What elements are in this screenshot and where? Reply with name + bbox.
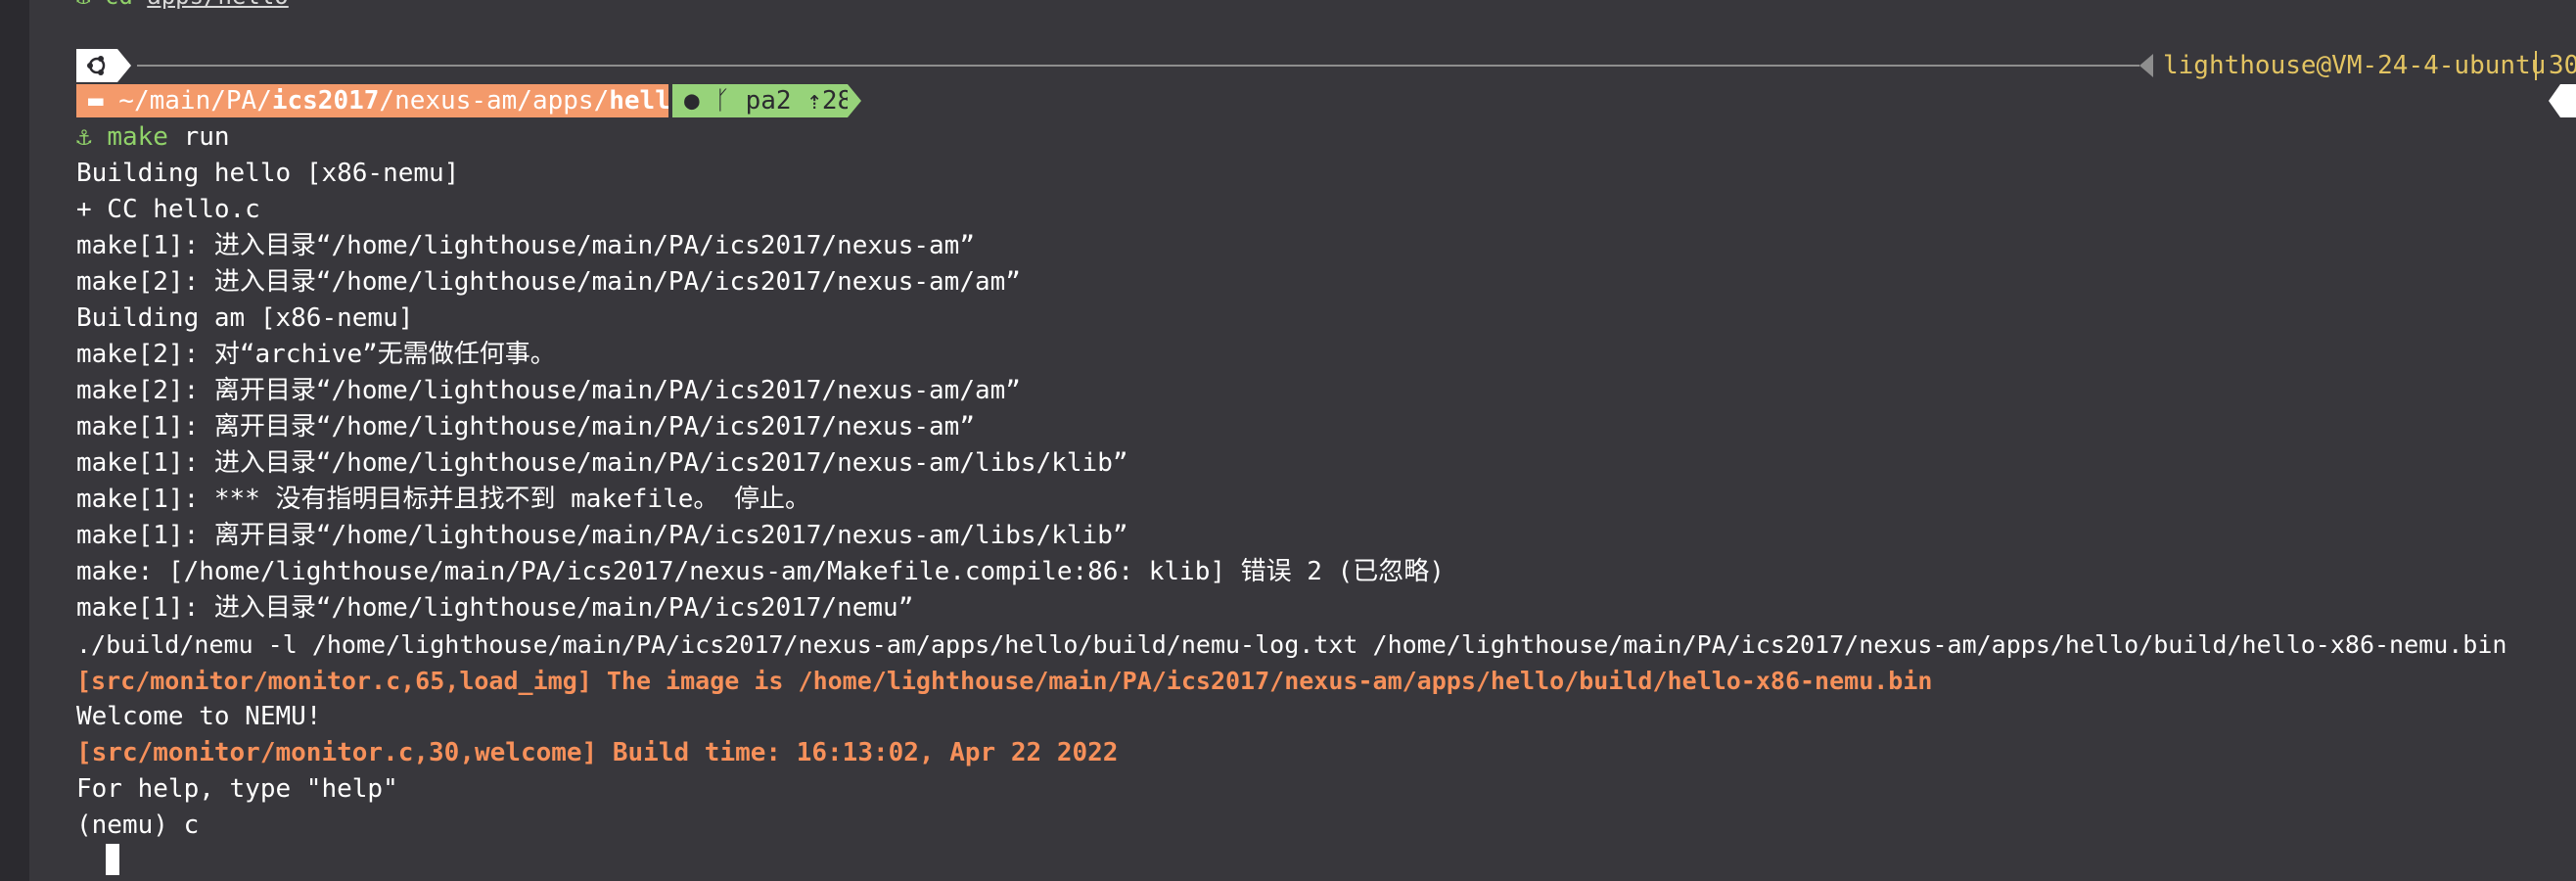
output-line: make[1]: 离开目录“/home/lighthouse/main/PA/i… <box>76 412 975 441</box>
output-line: make[1]: 离开目录“/home/lighthouse/main/PA/i… <box>76 521 1128 550</box>
output-line: + CC hello.c <box>76 195 260 224</box>
previous-command: cd <box>105 0 133 10</box>
output-line: make[1]: 进入目录“/home/lighthouse/main/PA/i… <box>76 448 1128 478</box>
previous-command-arg: apps/hello <box>147 0 289 10</box>
terminal-window[interactable]: ⚓ cd apps/hello lighthouse@VM-24-4-ubunt… <box>29 0 2576 881</box>
path-segment: ▬ ~/main/PA/ics2017/nexus-am/apps/hello <box>76 84 686 117</box>
git-segment: ● ᚴ pa2 ⇡28 <box>672 84 852 117</box>
output-line: Welcome to NEMU! <box>76 702 322 731</box>
git-ahead-count: ⇡28 <box>806 86 853 116</box>
git-branch-icon: ᚴ <box>714 86 730 116</box>
log-line-build-time: [src/monitor/monitor.c,30,welcome] Build… <box>76 738 1119 767</box>
output-line: ./build/nemu -l /home/lighthouse/main/PA… <box>76 630 2507 659</box>
output-line: make: [/home/lighthouse/main/PA/ics2017/… <box>76 557 1445 586</box>
folder-icon: ▬ <box>88 86 104 116</box>
git-branch-name: pa2 <box>745 86 792 116</box>
user-host-label: lighthouse@VM-24-4-ubuntu <box>2163 51 2547 80</box>
right-badge-arrow <box>2549 84 2560 117</box>
github-cat-icon: ● <box>684 86 700 116</box>
window-left-edge <box>0 0 29 881</box>
output-line: make[2]: 对“archive”无需做任何事。 <box>76 340 556 369</box>
output-line: Building hello [x86-nemu] <box>76 159 460 188</box>
anchor-icon: ⚓ <box>76 0 90 10</box>
prompt-header-rule: lighthouse@VM-24-4-ubuntu 30% ⚡ <box>76 49 2576 82</box>
anchor-icon: ⚓ <box>76 122 92 152</box>
output-line: make[1]: *** 没有指明目标并且找不到 makefile。 停止。 <box>76 485 811 514</box>
output-line: For help, type "help" <box>76 774 398 804</box>
header-rule-line <box>137 65 2139 67</box>
terminal-cursor[interactable] <box>106 844 119 875</box>
right-status-badge: 10 <box>2560 84 2576 117</box>
battery-percent: 30% ⚡ <box>2549 51 2576 80</box>
path-bold-ics: ics2017 <box>271 86 380 116</box>
previous-command-line: ⚓ cd apps/hello <box>76 0 289 10</box>
output-line: Building am [x86-nemu] <box>76 303 414 333</box>
ubuntu-icon <box>76 49 117 82</box>
output-line: make[1]: 进入目录“/home/lighthouse/main/PA/i… <box>76 593 914 623</box>
host-divider <box>2535 51 2537 80</box>
command-arg: run <box>183 122 230 152</box>
git-segment-arrow <box>848 84 861 117</box>
os-segment-arrow <box>117 49 131 82</box>
output-line: make[1]: 进入目录“/home/lighthouse/main/PA/i… <box>76 231 975 260</box>
output-line: make[2]: 离开目录“/home/lighthouse/main/PA/i… <box>76 376 1021 405</box>
command-name: make <box>107 122 168 152</box>
rule-end-arrow <box>2139 54 2153 77</box>
path-middle: /nexus-am/apps/ <box>379 86 610 116</box>
log-line-load-img: [src/monitor/monitor.c,65,load_img] The … <box>76 667 1933 695</box>
prompt-segments: ▬ ~/main/PA/ics2017/nexus-am/apps/hello … <box>76 84 2576 117</box>
command-line: ⚓ make run <box>76 119 230 156</box>
path-prefix: ~/main/PA/ <box>103 86 272 116</box>
nemu-prompt-line: (nemu) c <box>76 811 200 840</box>
output-line: make[2]: 进入目录“/home/lighthouse/main/PA/i… <box>76 267 1021 297</box>
